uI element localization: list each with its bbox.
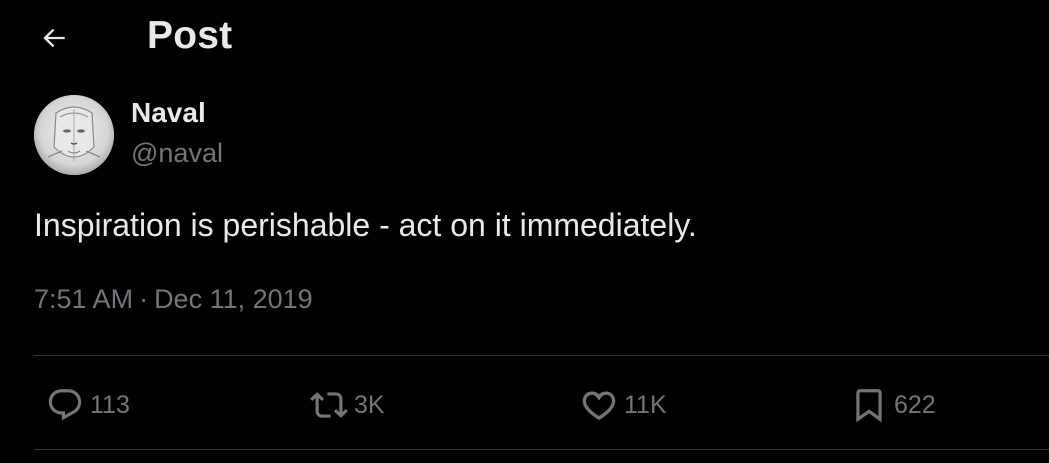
reply-button[interactable]: 113 [46,384,130,426]
bookmark-button[interactable]: 622 [850,384,936,426]
bookmark-icon [856,389,882,423]
divider-bottom [34,449,1049,450]
reply-icon [48,389,82,421]
like-count: 11K [624,390,667,419]
post-timestamp: 7:51 AM · Dec 11, 2019 [34,284,313,315]
post-text: Inspiration is perishable - act on it im… [34,207,697,243]
repost-count: 3K [354,390,385,419]
author-display-name[interactable]: Naval [131,97,206,129]
reply-count: 113 [90,390,130,419]
bookmark-count: 622 [894,390,936,419]
avatar-image [34,95,114,175]
header: Post [0,0,1049,76]
arrow-left-icon [43,28,65,48]
heart-icon [582,391,616,420]
like-button[interactable]: 11K [580,384,667,426]
back-button[interactable] [28,16,80,60]
page-title: Post [147,14,233,57]
divider-top [34,355,1049,356]
author-handle[interactable]: @naval [131,138,223,169]
avatar[interactable] [34,95,114,175]
post-time[interactable]: 7:51 AM [34,284,133,314]
repost-button[interactable]: 3K [310,384,385,426]
post-date[interactable]: Dec 11, 2019 [154,284,313,314]
meta-separator: · [139,284,149,314]
post-page: Post Naval @naval Inspiration is perisha… [0,0,1049,463]
repost-icon [310,392,348,418]
